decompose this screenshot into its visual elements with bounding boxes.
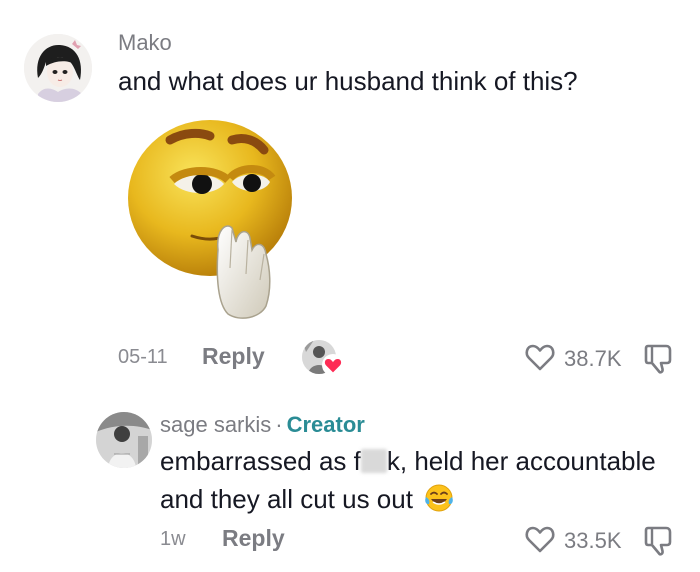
timestamp: 1w [160,528,186,550]
comment-text-part: embarrassed as f [160,446,361,476]
creator-liked-indicator [302,340,346,376]
like-count: 38.7K [564,346,622,371]
creator-badge: Creator [286,412,365,437]
comment-text: and what does ur husband think of this? [118,66,578,96]
username-line: sage sarkis · Creator [160,412,365,438]
like-count: 33.5K [564,528,622,553]
blurred-text [360,449,387,473]
thumbs-down-icon[interactable] [640,340,676,376]
heart-outline-icon[interactable] [524,342,556,372]
username[interactable]: sage sarkis [160,412,271,437]
reply-comment-item: sage sarkis · Creator embarrassed as f k, h… [0,390,700,572]
thinking-emoji-sticker [120,118,300,328]
reply-button[interactable]: Reply [202,343,265,370]
comment-actions: 1w Reply 33.5K [0,520,700,560]
reply-button[interactable]: Reply [222,525,285,552]
heart-outline-icon[interactable] [524,524,556,554]
comment-actions: 05-11 Reply 38.7K [0,338,700,378]
red-heart-icon [322,354,344,376]
comment-text: embarrassed as f k, held her accountable … [160,442,680,518]
thumbs-down-icon[interactable] [640,522,676,558]
timestamp: 05-11 [118,346,168,368]
username[interactable]: Mako [118,30,172,56]
avatar[interactable] [96,412,152,468]
face-with-tears-of-joy-icon [425,484,453,512]
separator: · [275,412,283,437]
avatar[interactable] [24,34,92,102]
comment-item: Mako and what does ur husband think of t… [0,0,700,390]
